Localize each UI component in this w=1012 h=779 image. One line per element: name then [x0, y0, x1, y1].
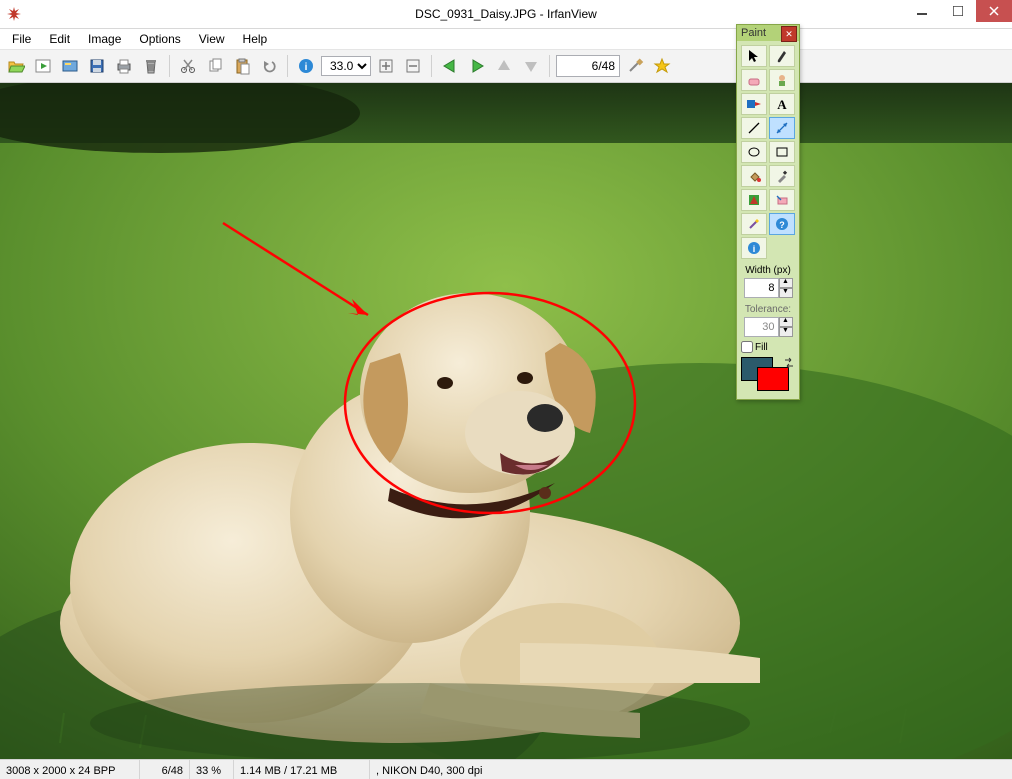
app-icon [6, 6, 22, 22]
window-title: DSC_0931_Daisy.JPG - IrfanView [0, 7, 1012, 21]
tool-pointer[interactable] [741, 45, 767, 67]
close-button[interactable] [976, 0, 1012, 22]
reload-button[interactable] [58, 54, 82, 78]
annotation-arrow [223, 223, 368, 315]
swap-colors-icon[interactable] [783, 357, 795, 369]
page-input[interactable] [556, 55, 620, 77]
annotation-ellipse [345, 293, 635, 513]
tool-info[interactable]: i [741, 237, 767, 259]
zoom-out-button[interactable] [401, 54, 425, 78]
image-canvas[interactable] [0, 83, 1012, 759]
paste-button[interactable] [230, 54, 254, 78]
fill-checkbox[interactable] [741, 341, 753, 353]
tool-clone[interactable] [769, 69, 795, 91]
tool-eraser[interactable] [741, 69, 767, 91]
status-index: 6/48 [140, 760, 190, 779]
tolerance-label: Tolerance: [741, 304, 795, 315]
menu-help[interactable]: Help [235, 30, 276, 48]
width-input[interactable] [744, 278, 779, 298]
tool-text[interactable]: A [769, 93, 795, 115]
menu-image[interactable]: Image [80, 30, 129, 48]
tool-help[interactable]: ? [769, 213, 795, 235]
tool-fill[interactable] [741, 165, 767, 187]
tool-erase-area[interactable] [769, 189, 795, 211]
delete-button[interactable] [139, 54, 163, 78]
tool-measure[interactable] [769, 117, 795, 139]
zoom-in-button[interactable] [374, 54, 398, 78]
favorite-button[interactable] [650, 54, 674, 78]
color-swatches [741, 357, 795, 395]
svg-text:A: A [777, 97, 787, 111]
zoom-select[interactable]: 33.0 [321, 56, 371, 76]
status-dimensions: 3008 x 2000 x 24 BPP [0, 760, 140, 779]
status-meta: , NIKON D40, 300 dpi [370, 760, 1012, 779]
status-zoom: 33 % [190, 760, 234, 779]
tool-line[interactable] [741, 117, 767, 139]
save-button[interactable] [85, 54, 109, 78]
tool-brush[interactable] [769, 45, 795, 67]
menu-edit[interactable]: Edit [41, 30, 78, 48]
tool-rect[interactable] [769, 141, 795, 163]
down-button[interactable] [519, 54, 543, 78]
menu-options[interactable]: Options [131, 30, 188, 48]
status-bar: 3008 x 2000 x 24 BPP 6/48 33 % 1.14 MB /… [0, 759, 1012, 779]
cut-button[interactable] [176, 54, 200, 78]
info-button[interactable]: i [294, 54, 318, 78]
up-button[interactable] [492, 54, 516, 78]
status-filesize: 1.14 MB / 17.21 MB [234, 760, 370, 779]
prev-button[interactable] [438, 54, 462, 78]
title-bar: DSC_0931_Daisy.JPG - IrfanView [0, 0, 1012, 29]
palette-close-button[interactable]: ✕ [781, 26, 797, 42]
tool-magic[interactable] [741, 213, 767, 235]
open-button[interactable] [4, 54, 28, 78]
undo-button[interactable] [257, 54, 281, 78]
copy-button[interactable] [203, 54, 227, 78]
svg-text:i: i [753, 244, 756, 254]
menu-bar: File Edit Image Options View Help [0, 29, 1012, 49]
next-button[interactable] [465, 54, 489, 78]
slideshow-button[interactable] [31, 54, 55, 78]
svg-text:?: ? [779, 220, 785, 230]
settings-button[interactable] [623, 54, 647, 78]
tool-picker[interactable] [769, 165, 795, 187]
fill-label: Fill [755, 342, 768, 353]
fg-color-swatch[interactable] [757, 367, 789, 391]
menu-view[interactable]: View [191, 30, 233, 48]
tool-ellipse[interactable] [741, 141, 767, 163]
tolerance-up[interactable]: ▲ [779, 317, 793, 327]
toolbar: i 33.0 [0, 49, 1012, 83]
minimize-button[interactable] [904, 0, 940, 22]
svg-text:i: i [305, 62, 308, 73]
tolerance-input[interactable] [744, 317, 779, 337]
width-up[interactable]: ▲ [779, 278, 793, 288]
tool-rotate[interactable] [741, 93, 767, 115]
maximize-button[interactable] [940, 0, 976, 22]
paint-palette[interactable]: Paint ✕ A ? i Width (px) ▲▼ Tolerance: ▲… [736, 24, 800, 400]
width-down[interactable]: ▼ [779, 288, 793, 298]
width-label: Width (px) [741, 265, 795, 276]
palette-title[interactable]: Paint ✕ [737, 25, 799, 41]
print-button[interactable] [112, 54, 136, 78]
tolerance-down[interactable]: ▼ [779, 327, 793, 337]
tool-sharpen[interactable] [741, 189, 767, 211]
menu-file[interactable]: File [4, 30, 39, 48]
